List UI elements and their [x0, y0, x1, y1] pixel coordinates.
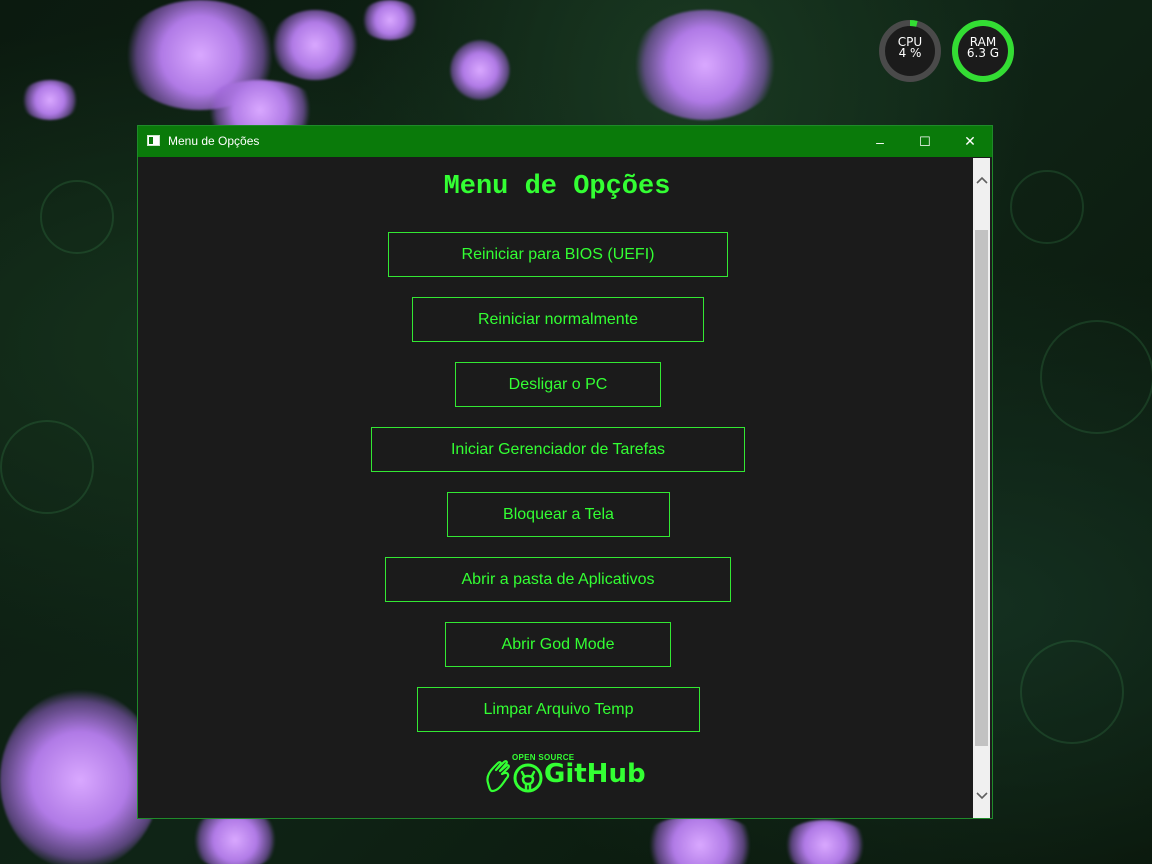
- wallpaper-rune: [40, 180, 114, 254]
- close-button[interactable]: ✕: [947, 126, 993, 157]
- clean-temp-button[interactable]: Limpar Arquivo Temp: [417, 687, 700, 732]
- hand-icon: [486, 760, 510, 793]
- lock-screen-button[interactable]: Bloquear a Tela: [447, 492, 670, 537]
- ram-gauge: RAM 6.3 G: [951, 19, 1015, 83]
- menu-heading: Menu de Opções: [443, 172, 671, 202]
- scroll-down-arrow-icon[interactable]: [973, 786, 990, 806]
- minimize-button[interactable]: –: [857, 126, 903, 157]
- options-window: Menu de Opções – ☐ ✕ Menu de Opções Rein…: [137, 125, 993, 819]
- window-title: Menu de Opções: [168, 134, 260, 148]
- github-logo[interactable]: OPEN SOURCE GitHub: [484, 753, 646, 797]
- reboot-normal-button[interactable]: Reiniciar normalmente: [412, 297, 704, 342]
- wallpaper-rune: [1040, 320, 1152, 434]
- wallpaper-splat: [450, 40, 510, 100]
- reboot-bios-button[interactable]: Reiniciar para BIOS (UEFI): [388, 232, 728, 277]
- scroll-thumb[interactable]: [975, 230, 988, 746]
- ram-gauge-text: RAM 6.3 G: [951, 36, 1015, 60]
- wallpaper-rune: [0, 420, 94, 514]
- window-titlebar[interactable]: Menu de Opções – ☐ ✕: [138, 126, 992, 157]
- cpu-gauge-text: CPU 4 %: [878, 36, 942, 60]
- wallpaper-splat: [360, 0, 420, 40]
- window-app-icon: [147, 135, 160, 146]
- vertical-scrollbar[interactable]: [973, 158, 990, 818]
- maximize-button[interactable]: ☐: [902, 126, 948, 157]
- god-mode-button[interactable]: Abrir God Mode: [445, 622, 671, 667]
- ram-value: 6.3 G: [966, 46, 1000, 60]
- wallpaper-rune: [1010, 170, 1084, 244]
- wallpaper-splat: [270, 10, 360, 80]
- wallpaper-splat: [630, 10, 780, 120]
- wallpaper-rune: [1020, 640, 1124, 744]
- github-octocat-icon: [513, 763, 543, 793]
- window-content: Menu de Opções Reiniciar para BIOS (UEFI…: [140, 158, 974, 818]
- wallpaper-splat: [780, 820, 870, 864]
- wallpaper-splat: [0, 690, 160, 864]
- task-manager-button[interactable]: Iniciar Gerenciador de Tarefas: [371, 427, 745, 472]
- scroll-up-arrow-icon[interactable]: [973, 170, 990, 190]
- apps-folder-button[interactable]: Abrir a pasta de Aplicativos: [385, 557, 731, 602]
- wallpaper-splat: [20, 80, 80, 120]
- cpu-gauge: CPU 4 %: [878, 19, 942, 83]
- shutdown-button[interactable]: Desligar o PC: [455, 362, 661, 407]
- cpu-value: 4 %: [898, 46, 922, 60]
- github-logo-text: GitHub: [544, 759, 646, 789]
- wallpaper-splat: [640, 815, 760, 864]
